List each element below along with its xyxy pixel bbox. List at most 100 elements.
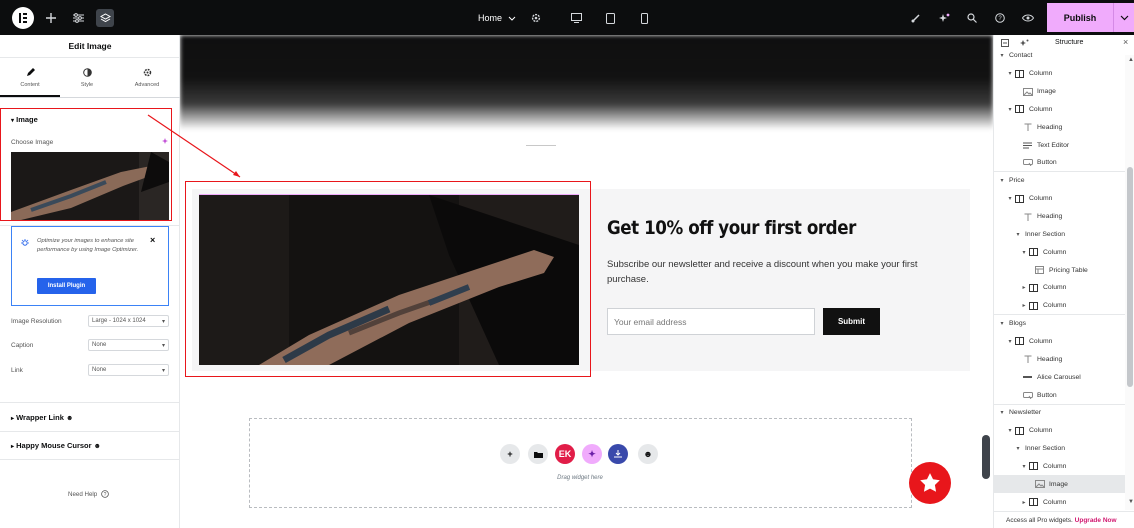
tree-item-label: Column: [1029, 427, 1053, 435]
tree-item-alice-carousel[interactable]: Alice Carousel: [994, 368, 1125, 386]
tablet-icon[interactable]: [601, 9, 619, 27]
image-resolution-value: Large - 1024 x 1024: [92, 318, 146, 324]
caret-down-icon[interactable]: ▾: [1020, 463, 1028, 470]
sparkle-icon[interactable]: [935, 9, 953, 27]
caret-down-icon[interactable]: ▾: [998, 52, 1006, 59]
upgrade-now-link[interactable]: Upgrade Now: [1075, 517, 1117, 524]
tree-item-blogs[interactable]: ▾ Blogs: [994, 315, 1125, 333]
scrollbar-thumb[interactable]: [1127, 167, 1133, 387]
caret-down-icon[interactable]: ▾: [1014, 231, 1022, 238]
tree-item-label: Price: [1009, 177, 1025, 185]
drop-zone[interactable]: [249, 418, 912, 508]
need-help-link[interactable]: Need Help ?: [68, 490, 110, 498]
tree-item-image[interactable]: Image: [994, 83, 1125, 101]
caret-down-icon[interactable]: ▾: [1006, 106, 1014, 113]
tree-item-contact[interactable]: ▾ Contact: [994, 47, 1125, 65]
sparkle-icon[interactable]: ✦: [582, 444, 602, 464]
tree-item-column[interactable]: ▾ Column: [994, 458, 1125, 476]
sparkle-icon[interactable]: [1020, 39, 1029, 47]
caret-down-icon[interactable]: ▾: [1006, 70, 1014, 77]
settings-sliders-icon[interactable]: [69, 9, 87, 27]
caret-right-icon: ▸: [11, 444, 15, 450]
folder-icon[interactable]: [528, 444, 548, 464]
divider: [0, 97, 180, 98]
tree-item-newsletter[interactable]: ▾ Newsletter: [994, 404, 1125, 422]
tree-item-column[interactable]: ▸ Column: [994, 279, 1125, 297]
happy-addons-icon[interactable]: ☻: [638, 444, 658, 464]
image-resolution-select[interactable]: Large - 1024 x 1024 ▾: [88, 315, 169, 327]
tree-item-column[interactable]: ▸ Column: [994, 297, 1125, 315]
tree-item-inner-section[interactable]: ▾ Inner Section: [994, 226, 1125, 244]
tree-item-label: Text Editor: [1037, 141, 1070, 149]
caret-down-icon[interactable]: ▾: [1006, 195, 1014, 202]
caret-down-icon[interactable]: ▾: [998, 320, 1006, 327]
tab-style[interactable]: Style: [67, 67, 107, 88]
scrollbar[interactable]: ▲ ▼: [1125, 55, 1134, 510]
tree-item-column[interactable]: ▾ Column: [994, 190, 1125, 208]
caret-down-icon[interactable]: ▾: [998, 409, 1006, 416]
heading-icon: [1022, 123, 1033, 132]
caption-value: None: [92, 342, 107, 348]
divider: [994, 171, 1125, 173]
caret-right-icon[interactable]: ▸: [1020, 499, 1028, 506]
caret-down-icon[interactable]: ▾: [1020, 249, 1028, 256]
add-icon[interactable]: +: [500, 444, 520, 464]
close-icon[interactable]: ×: [1123, 37, 1128, 47]
add-icon[interactable]: [42, 9, 60, 27]
tree-item-column[interactable]: ▾ Column: [994, 333, 1125, 351]
tree-item-inner-section[interactable]: ▾ Inner Section: [994, 440, 1125, 458]
tree-item-price[interactable]: ▾ Price: [994, 172, 1125, 190]
tree-item-button[interactable]: Button: [994, 386, 1125, 404]
tree-item-column[interactable]: ▾ Column: [994, 65, 1125, 83]
collapse-panel-icon[interactable]: [1001, 39, 1009, 47]
wrapper-link-section-header[interactable]: ▸ Wrapper Link ☻: [11, 413, 73, 422]
tree-item-heading[interactable]: Heading: [994, 118, 1125, 136]
install-plugin-button[interactable]: Install Plugin: [37, 278, 96, 294]
tree-item-button[interactable]: Button: [994, 154, 1125, 172]
tree-item-heading[interactable]: Heading: [994, 350, 1125, 368]
tree-item-column[interactable]: ▾ Column: [994, 422, 1125, 440]
tree-item-label: Heading: [1037, 213, 1063, 221]
drag-widget-hint: Drag widget here: [557, 475, 603, 481]
eye-icon[interactable]: [1019, 9, 1037, 27]
tree-item-heading[interactable]: Heading: [994, 208, 1125, 226]
tree-item-column[interactable]: ▾ Column: [994, 101, 1125, 119]
tab-content[interactable]: Content: [10, 67, 50, 88]
happy-mouse-cursor-section-header[interactable]: ▸ Happy Mouse Cursor ☻: [11, 441, 101, 450]
canvas-scrollbar-thumb[interactable]: [982, 435, 990, 479]
annotation-arrow: [147, 114, 241, 178]
elementor-logo-icon[interactable]: [12, 7, 34, 29]
tab-advanced[interactable]: Advanced: [127, 67, 167, 88]
caret-down-icon[interactable]: ▾: [1006, 338, 1014, 345]
structure-layers-icon[interactable]: [96, 9, 114, 27]
submit-button[interactable]: Submit: [823, 308, 880, 335]
gear-icon[interactable]: [527, 9, 545, 27]
caret-down-icon[interactable]: ▾: [1014, 445, 1022, 452]
search-icon[interactable]: [963, 9, 981, 27]
mobile-icon[interactable]: [635, 9, 653, 27]
tree-item-column[interactable]: ▾ Column: [994, 243, 1125, 261]
caret-right-icon[interactable]: ▸: [1020, 302, 1028, 309]
tree-item-image[interactable]: Image: [994, 475, 1125, 494]
star-badge-icon[interactable]: [909, 462, 951, 504]
download-icon[interactable]: [608, 444, 628, 464]
publish-button[interactable]: Publish: [1047, 3, 1113, 32]
scroll-down-icon[interactable]: ▼: [1128, 499, 1134, 505]
email-input[interactable]: Your email address: [607, 308, 815, 335]
caption-select[interactable]: None ▾: [88, 339, 169, 351]
link-select[interactable]: None ▾: [88, 364, 169, 376]
elementskit-icon[interactable]: EK: [555, 444, 575, 464]
tree-item-pricing-table[interactable]: Pricing Table: [994, 261, 1125, 279]
caret-right-icon[interactable]: ▸: [1020, 284, 1028, 291]
page-selector[interactable]: Home: [478, 9, 516, 27]
tree-item-column[interactable]: ▸ Column: [994, 493, 1125, 511]
help-icon[interactable]: ?: [991, 9, 1009, 27]
caret-down-icon[interactable]: ▾: [998, 177, 1006, 184]
scroll-up-icon[interactable]: ▲: [1128, 57, 1134, 63]
brush-icon[interactable]: [907, 9, 925, 27]
caret-down-icon[interactable]: ▾: [1006, 427, 1014, 434]
tree-item-text-editor[interactable]: Text Editor: [994, 136, 1125, 154]
publish-options-button[interactable]: [1113, 3, 1134, 32]
close-icon[interactable]: ×: [150, 235, 155, 245]
desktop-icon[interactable]: [567, 9, 585, 27]
